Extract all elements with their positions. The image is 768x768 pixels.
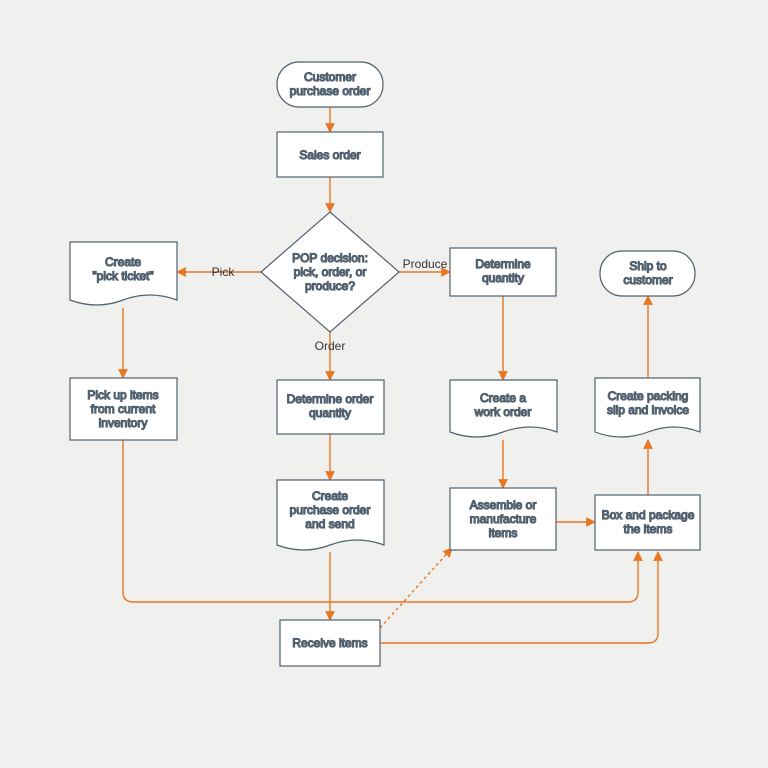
node-decision-line1: pick, order, or — [294, 265, 367, 279]
svg-text:Sales order: Sales order — [299, 148, 360, 162]
node-pickticket-line1: "pick ticket" — [92, 269, 153, 283]
node-pickitems: Pick up itemsfrom currentinventory — [70, 378, 177, 440]
edge-receive-box — [380, 552, 658, 643]
node-ship: Ship tocustomer — [600, 251, 695, 296]
node-detorderqty: Determine orderquantity — [277, 380, 384, 434]
node-createpo: Createpurchase orderand send — [277, 480, 384, 550]
node-start-line1: purchase order — [290, 84, 371, 98]
node-decision-line2: produce? — [305, 279, 355, 293]
svg-text:Create awork order: Create awork order — [474, 391, 532, 419]
svg-text:Create packingslip and invoice: Create packingslip and invoice — [607, 389, 689, 417]
node-receive-line0: Receive items — [292, 636, 367, 650]
node-pickticket: Create"pick ticket" — [70, 242, 177, 305]
node-start: Customerpurchase order — [277, 62, 383, 107]
label-pick: Pick — [212, 265, 236, 279]
node-sales-line0: Sales order — [299, 148, 360, 162]
node-createpo-line1: purchase order — [290, 503, 371, 517]
flowchart: Customerpurchase order Sales order POP d… — [0, 0, 768, 768]
node-ship-line0: Ship to — [629, 259, 667, 273]
node-sales: Sales order — [277, 132, 383, 177]
node-detqty-line1: quantity — [482, 271, 524, 285]
node-assemble-line0: Assemble or — [470, 498, 537, 512]
node-box-line0: Box and package — [602, 508, 695, 522]
node-packslip-line0: Create packing — [608, 389, 689, 403]
node-assemble: Assemble ormanufactureitems — [450, 488, 556, 550]
node-pickitems-line0: Pick up items — [87, 388, 158, 402]
node-box-line1: the items — [624, 522, 673, 536]
node-assemble-line1: manufacture — [470, 512, 537, 526]
node-box: Box and packagethe items — [595, 495, 700, 550]
label-order: Order — [315, 339, 346, 353]
node-decision-line0: POP decision: — [292, 251, 368, 265]
node-assemble-line2: items — [489, 526, 518, 540]
label-produce: Produce — [403, 257, 448, 271]
node-pickitems-line1: from current — [91, 402, 156, 416]
node-packslip: Create packingslip and invoice — [595, 378, 700, 437]
node-createpo-line2: and send — [305, 517, 354, 531]
node-decision: POP decision:pick, order, orproduce? — [261, 212, 399, 332]
node-workorder-line0: Create a — [480, 391, 526, 405]
node-ship-line1: customer — [623, 273, 672, 287]
node-packslip-line1: slip and invoice — [607, 403, 689, 417]
node-workorder: Create awork order — [450, 380, 557, 437]
node-detqty-line0: Determine — [475, 257, 531, 271]
svg-text:Ship tocustomer: Ship tocustomer — [623, 259, 672, 287]
node-pickitems-line2: inventory — [99, 416, 148, 430]
node-receive: Receive items — [280, 620, 380, 666]
node-workorder-line1: work order — [474, 405, 532, 419]
svg-text:Determinequantity: Determinequantity — [475, 257, 531, 285]
node-start-line0: Customer — [304, 70, 356, 84]
svg-text:Receive items: Receive items — [292, 636, 367, 650]
node-detorderqty-line1: quantity — [309, 406, 351, 420]
node-pickticket-line0: Create — [105, 255, 141, 269]
node-createpo-line0: Create — [312, 489, 348, 503]
node-detqty: Determinequantity — [450, 248, 556, 296]
edge-receive-assemble — [380, 548, 452, 628]
edges — [123, 107, 658, 643]
node-detorderqty-line0: Determine order — [287, 392, 374, 406]
nodes: Customerpurchase order Sales order POP d… — [70, 62, 700, 666]
